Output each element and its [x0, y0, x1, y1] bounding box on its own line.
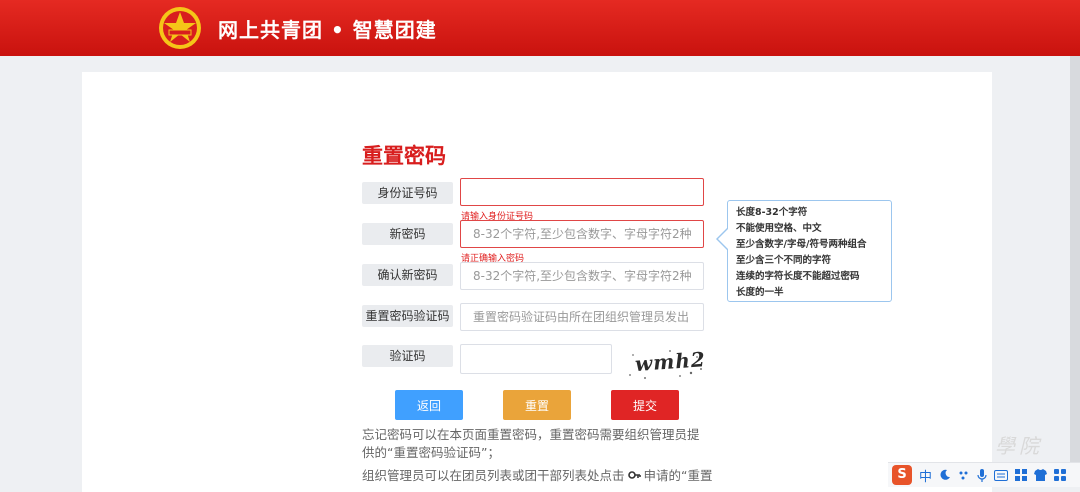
help-note-2-end: 申请的“重置	[643, 468, 713, 483]
password-rules-tooltip: 长度8-32个字符 不能使用空格、中文 至少含数字/字母/符号两种组合 至少含三…	[727, 200, 892, 302]
new-password-input[interactable]	[460, 220, 704, 248]
tooltip-line: 长度的一半	[736, 287, 784, 298]
key-icon	[627, 471, 641, 479]
keyboard-icon[interactable]	[994, 469, 1009, 481]
apps-icon[interactable]	[1054, 469, 1067, 481]
reset-button[interactable]: 重置	[503, 390, 571, 420]
party-emblem-icon	[159, 7, 201, 49]
tooltip-line: 至少含三个不同的字符	[736, 255, 832, 266]
id-number-input[interactable]	[460, 178, 704, 206]
confirm-password-label: 确认新密码	[362, 264, 453, 286]
microphone-icon[interactable]	[977, 468, 987, 482]
reset-code-label: 重置密码验证码	[362, 305, 453, 327]
id-number-label: 身份证号码	[362, 182, 453, 204]
sogou-logo-icon[interactable]: S	[892, 465, 912, 485]
captcha-image[interactable]: wmh2	[625, 345, 705, 381]
back-button[interactable]: 返回	[395, 390, 463, 420]
scrollbar-track[interactable]	[1070, 56, 1080, 486]
tooltip-line: 至少含数字/字母/符号两种组合	[736, 239, 867, 250]
help-note-2: 组织管理员可以在团员列表或团干部列表处点击 申请的“重置	[362, 467, 713, 485]
ime-toolbar[interactable]: S 中	[888, 462, 1080, 487]
confirm-password-input[interactable]	[460, 262, 704, 290]
reset-code-input[interactable]	[460, 303, 704, 331]
captcha-input[interactable]	[460, 344, 612, 374]
ime-mode-toggle[interactable]: 中	[919, 466, 932, 485]
tooltip-arrow-fill	[718, 229, 728, 249]
help-note-2-start: 组织管理员可以在团员列表或团干部列表处点击	[362, 468, 625, 483]
tooltip-line: 长度8-32个字符	[736, 207, 808, 218]
punctuation-icon[interactable]	[958, 469, 970, 481]
new-password-label: 新密码	[362, 223, 453, 245]
shirt-icon[interactable]	[1034, 469, 1048, 481]
top-header: 网上共青团 • 智慧团建	[0, 0, 1080, 56]
tooltip-line: 连续的字符长度不能超过密码	[736, 271, 860, 282]
grid-icon[interactable]	[1015, 469, 1028, 481]
help-note: 忘记密码可以在本页面重置密码，重置密码需要组织管理员提供的“重置密码验证码”；	[362, 427, 700, 460]
captcha-label: 验证码	[362, 345, 453, 367]
app-title: 网上共青团 • 智慧团建	[218, 18, 437, 42]
watermark: 學院	[995, 434, 1043, 458]
page-title: 重置密码	[362, 144, 446, 168]
submit-button[interactable]: 提交	[611, 390, 679, 420]
moon-icon[interactable]	[939, 469, 951, 481]
tooltip-line: 不能使用空格、中文	[736, 223, 822, 234]
